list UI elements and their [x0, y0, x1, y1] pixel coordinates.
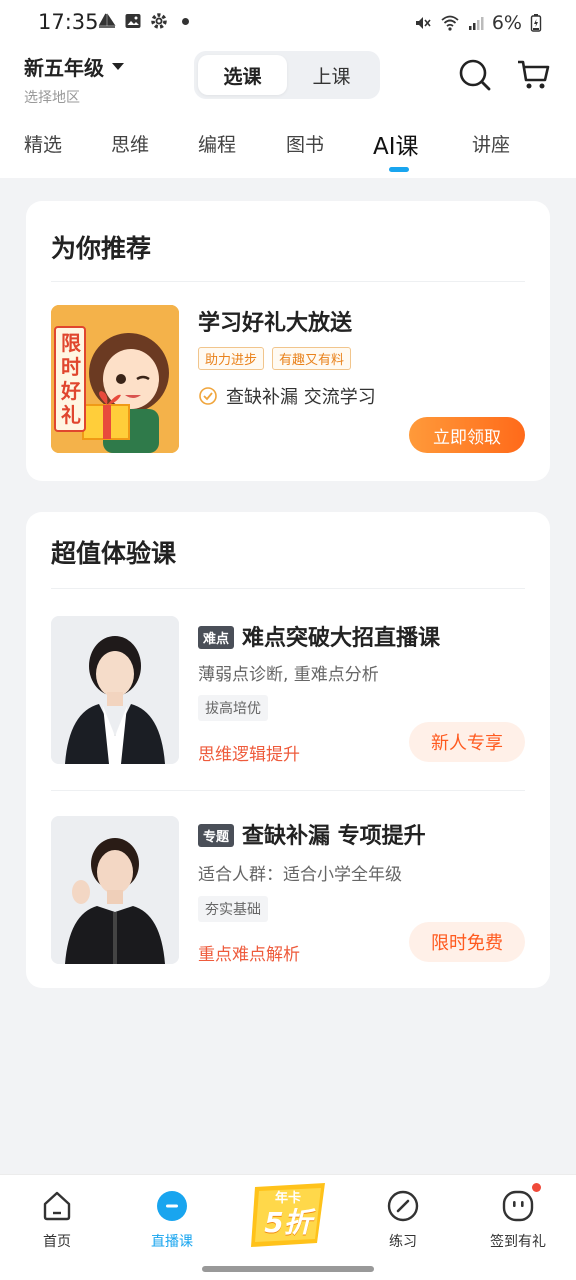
status-left-icons	[98, 12, 189, 30]
nav-checkin[interactable]: 签到有礼	[473, 1183, 563, 1251]
sailboat-icon	[98, 13, 116, 28]
top-bar: 17:35 6% 新五年级 选择地区 选课 上课 精选 思维 编程 图书 AI课…	[0, 0, 576, 178]
tab-coding[interactable]: 编程	[198, 130, 236, 157]
cart-icon[interactable]	[516, 58, 552, 92]
nav-checkin-label: 签到有礼	[490, 1234, 546, 1250]
divider	[51, 281, 525, 282]
tab-lectures[interactable]: 讲座	[472, 130, 510, 157]
course-title-text: 查缺补漏 专项提升	[242, 824, 426, 849]
divider	[51, 588, 525, 589]
wifi-icon	[441, 15, 459, 31]
course-title-text: 难点突破大招直播课	[242, 626, 441, 651]
region-label[interactable]: 选择地区	[24, 87, 124, 107]
notification-dot	[182, 17, 189, 25]
battery-percent: 6%	[491, 12, 522, 34]
divider	[51, 790, 525, 791]
category-tabs: 精选 思维 编程 图书 AI课 讲座	[0, 122, 576, 178]
check-row: 查缺补漏 交流学习	[198, 383, 376, 409]
nav-practice[interactable]: 练习	[358, 1189, 448, 1251]
battery-icon	[530, 14, 542, 32]
nav-live-label: 直播课	[151, 1234, 193, 1250]
home-icon	[43, 1191, 71, 1221]
seg-select-course[interactable]: 选课	[198, 55, 287, 95]
seg-attend-class[interactable]: 上课	[287, 55, 376, 95]
course-tag: 夯实基础	[198, 896, 268, 922]
caret-down-icon	[112, 63, 124, 70]
settings-icon	[151, 13, 167, 29]
teacher-photo	[51, 616, 179, 764]
recommend-tags: 助力进步 有趣又有料	[198, 347, 352, 370]
course-title: 专题 查缺补漏 专项提升	[198, 818, 426, 850]
nav-practice-label: 练习	[389, 1234, 417, 1250]
thumb-text: 限时好礼	[61, 331, 81, 427]
claim-now-button[interactable]: 立即领取	[409, 417, 525, 453]
red-dot-badge	[532, 1183, 541, 1192]
image-icon	[125, 14, 141, 28]
tab-featured[interactable]: 精选	[24, 130, 62, 157]
check-text: 查缺补漏 交流学习	[226, 387, 376, 408]
mode-switch: 选课 上课	[194, 51, 380, 99]
course-title: 难点 难点突破大招直播课	[198, 620, 440, 652]
nav-promo[interactable]: 年卡 5折	[243, 1181, 333, 1255]
course-desc: 适合人群：适合小学全年级	[198, 865, 402, 885]
status-right-icons: 6%	[414, 12, 542, 34]
tab-books[interactable]: 图书	[286, 130, 324, 157]
teacher-photo	[51, 816, 179, 964]
live-icon	[157, 1191, 187, 1221]
compass-icon	[387, 1190, 419, 1222]
promo-main-text: 5折	[264, 1206, 312, 1239]
grade-selector[interactable]: 新五年级 选择地区	[24, 52, 124, 107]
teacher-2-portrait	[51, 816, 179, 964]
teacher-1-portrait	[51, 616, 179, 764]
course-badge: 难点	[198, 625, 235, 649]
trial-title: 超值体验课	[51, 539, 177, 568]
status-bar: 17:35 6%	[0, 0, 576, 48]
grade-label: 新五年级	[24, 56, 104, 80]
tab-ai-course[interactable]: AI课	[373, 127, 419, 161]
course-desc: 薄弱点诊断, 重难点分析	[198, 665, 379, 685]
mute-icon	[415, 17, 431, 29]
bottom-nav: 首页 直播课 年卡 5折 练习 签到有礼	[0, 1174, 576, 1280]
tab-thinking[interactable]: 思维	[111, 130, 149, 157]
active-tab-indicator	[389, 167, 409, 172]
trial-card: 超值体验课 难点 难点突破大招直播课 薄弱点诊断, 重难点分析 拔高培优 思维逻辑…	[26, 512, 550, 988]
nav-live[interactable]: 直播课	[127, 1189, 217, 1251]
check-circle-icon	[199, 387, 217, 405]
new-user-button[interactable]: 新人专享	[409, 722, 525, 762]
signal-icon	[468, 17, 484, 30]
status-time: 17:35	[38, 10, 99, 34]
course-highlight: 思维逻辑提升	[198, 745, 300, 765]
course-badge: 专题	[198, 823, 235, 847]
nav-home[interactable]: 首页	[12, 1189, 102, 1251]
search-icon[interactable]	[458, 58, 492, 92]
course-highlight: 重点难点解析	[198, 945, 300, 965]
course-tag: 拔高培优	[198, 695, 268, 721]
nav-home-label: 首页	[43, 1234, 71, 1250]
promo-thumbnail[interactable]: 限时好礼	[51, 305, 179, 453]
tag: 助力进步	[198, 347, 265, 370]
recommend-item-title[interactable]: 学习好礼大放送	[198, 305, 352, 337]
recommend-card: 为你推荐 限时好礼 学习好礼大放送 助力进步 有趣又有料 查缺补漏 交流学习 立…	[26, 201, 550, 481]
home-gesture-bar[interactable]	[202, 1266, 374, 1272]
smile-face-icon	[502, 1190, 534, 1222]
free-trial-button[interactable]: 限时免费	[409, 922, 525, 962]
tag: 有趣又有料	[272, 347, 352, 370]
recommend-title: 为你推荐	[51, 234, 152, 263]
